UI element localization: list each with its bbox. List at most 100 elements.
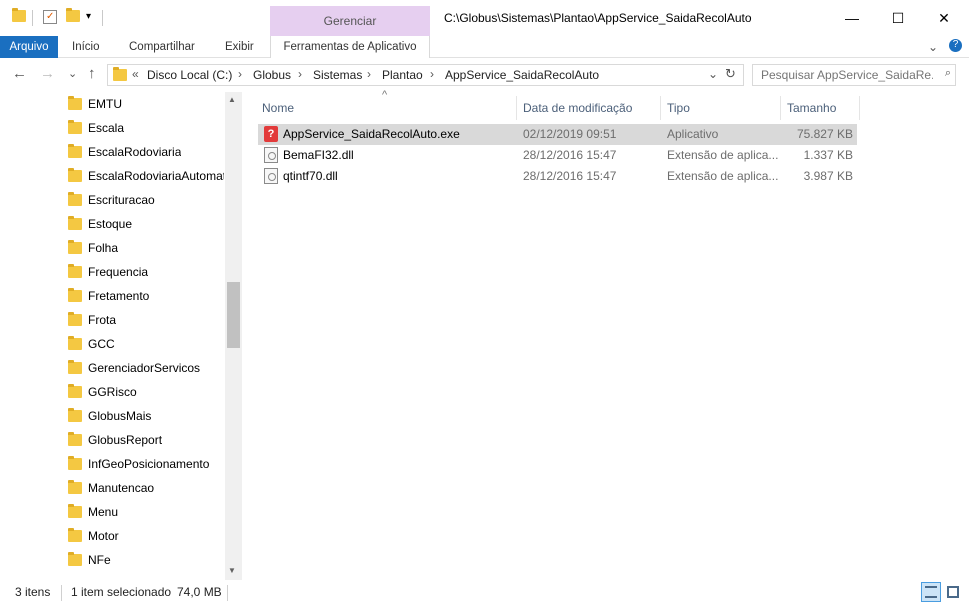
folder-label: GlobusMais: [88, 409, 152, 423]
breadcrumb-separator[interactable]: ›: [367, 67, 371, 81]
tab-compartilhar[interactable]: Compartilhar: [129, 36, 195, 58]
scroll-down-icon[interactable]: ▼: [228, 566, 236, 575]
file-row[interactable]: ? AppService_SaidaRecolAuto.exe 02/12/20…: [258, 124, 857, 145]
breadcrumb-plantao[interactable]: Plantao: [382, 68, 423, 82]
navigation-pane: EMTU Escala EscalaRodoviaria EscalaRodov…: [0, 92, 242, 580]
nav-folder-escalarodoviariaautomati[interactable]: EscalaRodoviariaAutomati: [68, 164, 224, 188]
folder-label: Estoque: [88, 217, 133, 231]
nav-folder-menu[interactable]: Menu: [68, 500, 224, 524]
breadcrumb-sistemas[interactable]: Sistemas: [313, 68, 362, 82]
nav-folder-infgeoposicionamento[interactable]: InfGeoPosicionamento: [68, 452, 224, 476]
maximize-icon: ☐: [891, 9, 905, 26]
folder-icon: [68, 144, 82, 158]
scrollbar-thumb[interactable]: [227, 282, 240, 348]
file-row[interactable]: BemaFI32.dll 28/12/2016 15:47 Extensão d…: [258, 145, 857, 166]
column-header-tamanho[interactable]: Tamanho: [787, 96, 836, 120]
folder-icon: [68, 288, 82, 302]
tab-arquivo[interactable]: Arquivo: [0, 36, 58, 58]
column-header-data[interactable]: Data de modificação: [523, 96, 632, 120]
context-tab-group[interactable]: Gerenciar: [270, 6, 430, 36]
forward-icon[interactable]: →: [40, 65, 55, 82]
folder-icon: [68, 312, 82, 326]
nav-folder-escala[interactable]: Escala: [68, 116, 224, 140]
customize-quick-access-icon[interactable]: ▾: [86, 10, 100, 24]
folder-icon: [113, 67, 127, 81]
expand-ribbon-icon[interactable]: ⌄: [928, 36, 938, 58]
nav-folder-escalarodoviaria[interactable]: EscalaRodoviaria: [68, 140, 224, 164]
close-button[interactable]: ✕: [921, 0, 967, 36]
divider: [32, 10, 33, 26]
selection-size: 74,0 MB: [177, 585, 222, 599]
file-type: Extensão de aplica...: [667, 169, 779, 183]
nav-folder-gerenciadorservicos[interactable]: GerenciadorServicos: [68, 356, 224, 380]
up-icon[interactable]: ↑: [88, 65, 96, 82]
folder-icon: [68, 456, 82, 470]
folder-icon: [68, 432, 82, 446]
search-icon[interactable]: ⌕: [945, 67, 951, 80]
nav-folder-manutencao[interactable]: Manutencao: [68, 476, 224, 500]
breadcrumb-appservice[interactable]: AppService_SaidaRecolAuto: [445, 68, 599, 82]
nav-folder-motor[interactable]: Motor: [68, 524, 224, 548]
dll-icon: [264, 168, 278, 184]
search-input[interactable]: [761, 68, 933, 82]
breadcrumb-separator[interactable]: ›: [238, 67, 242, 81]
refresh-icon[interactable]: ↻: [725, 66, 736, 82]
nav-folder-ggrisco[interactable]: GGRisco: [68, 380, 224, 404]
properties-icon[interactable]: ✓: [43, 10, 57, 24]
tab-exibir[interactable]: Exibir: [225, 36, 254, 58]
sort-indicator-icon: ^: [382, 89, 388, 101]
breadcrumb-disco-local[interactable]: Disco Local (C:): [147, 68, 232, 82]
back-icon[interactable]: ←: [12, 65, 27, 82]
title-bar: ✓ ▾ Gerenciar C:\Globus\Sistemas\Plantao…: [0, 0, 969, 36]
folder-label: EscalaRodoviaria: [88, 145, 182, 159]
column-header-nome[interactable]: Nome: [262, 96, 294, 120]
column-header-tipo[interactable]: Tipo: [667, 96, 690, 120]
nav-folder-gcc[interactable]: GCC: [68, 332, 224, 356]
minimize-button[interactable]: —: [829, 0, 875, 36]
folder-icon: [68, 336, 82, 350]
nav-folder-frota[interactable]: Frota: [68, 308, 224, 332]
tab-ferramentas-de-aplicativo[interactable]: Ferramentas de Aplicativo: [270, 36, 430, 58]
folder-label: Frequencia: [88, 265, 149, 279]
nav-folder-fretamento[interactable]: Fretamento: [68, 284, 224, 308]
selection-count: 1 item selecionado: [71, 585, 172, 599]
nav-folder-globusmais[interactable]: GlobusMais: [68, 404, 224, 428]
nav-folder-nfe[interactable]: NFe: [68, 548, 224, 572]
divider: [102, 10, 103, 26]
breadcrumb-globus[interactable]: Globus: [253, 68, 291, 82]
file-modified: 28/12/2016 15:47: [523, 148, 617, 162]
nav-folder-estoque[interactable]: Estoque: [68, 212, 224, 236]
recent-locations-icon[interactable]: ⌄: [68, 67, 77, 80]
nav-folder-globusreport[interactable]: GlobusReport: [68, 428, 224, 452]
column-divider[interactable]: [859, 96, 860, 120]
overflow-chevron-icon[interactable]: «: [132, 67, 139, 81]
folder-icon: [68, 240, 82, 254]
scroll-up-icon[interactable]: ▲: [228, 95, 236, 104]
folder-label: Escala: [88, 121, 125, 135]
navigation-scrollbar[interactable]: ▲ ▼: [225, 92, 242, 580]
large-icons-view-button[interactable]: [943, 582, 963, 602]
column-divider[interactable]: [516, 96, 517, 120]
breadcrumb-separator[interactable]: ›: [298, 67, 302, 81]
nav-folder-folha[interactable]: Folha: [68, 236, 224, 260]
column-divider[interactable]: [780, 96, 781, 120]
search-box[interactable]: ⌕: [752, 64, 956, 86]
file-row[interactable]: qtintf70.dll 28/12/2016 15:47 Extensão d…: [258, 166, 857, 187]
address-bar[interactable]: « Disco Local (C:) › Globus › Sistemas ›…: [107, 64, 744, 86]
ribbon-tabs: Arquivo Início Compartilhar Exibir Ferra…: [0, 36, 969, 58]
new-folder-icon[interactable]: [66, 8, 80, 24]
column-divider[interactable]: [660, 96, 661, 120]
address-dropdown-icon[interactable]: ⌄: [708, 67, 718, 81]
breadcrumb-separator[interactable]: ›: [430, 67, 434, 81]
nav-folder-frequencia[interactable]: Frequencia: [68, 260, 224, 284]
folder-label: Motor: [88, 529, 119, 543]
file-type: Extensão de aplica...: [667, 148, 779, 162]
nav-folder-emtu[interactable]: EMTU: [68, 92, 224, 116]
maximize-button[interactable]: ☐: [875, 0, 921, 36]
help-icon[interactable]: ?: [949, 39, 962, 52]
exe-icon: ?: [264, 126, 278, 142]
nav-folder-escrituracao[interactable]: Escrituracao: [68, 188, 224, 212]
details-view-button[interactable]: [921, 582, 941, 602]
folder-icon[interactable]: [12, 8, 26, 24]
tab-inicio[interactable]: Início: [72, 36, 100, 58]
